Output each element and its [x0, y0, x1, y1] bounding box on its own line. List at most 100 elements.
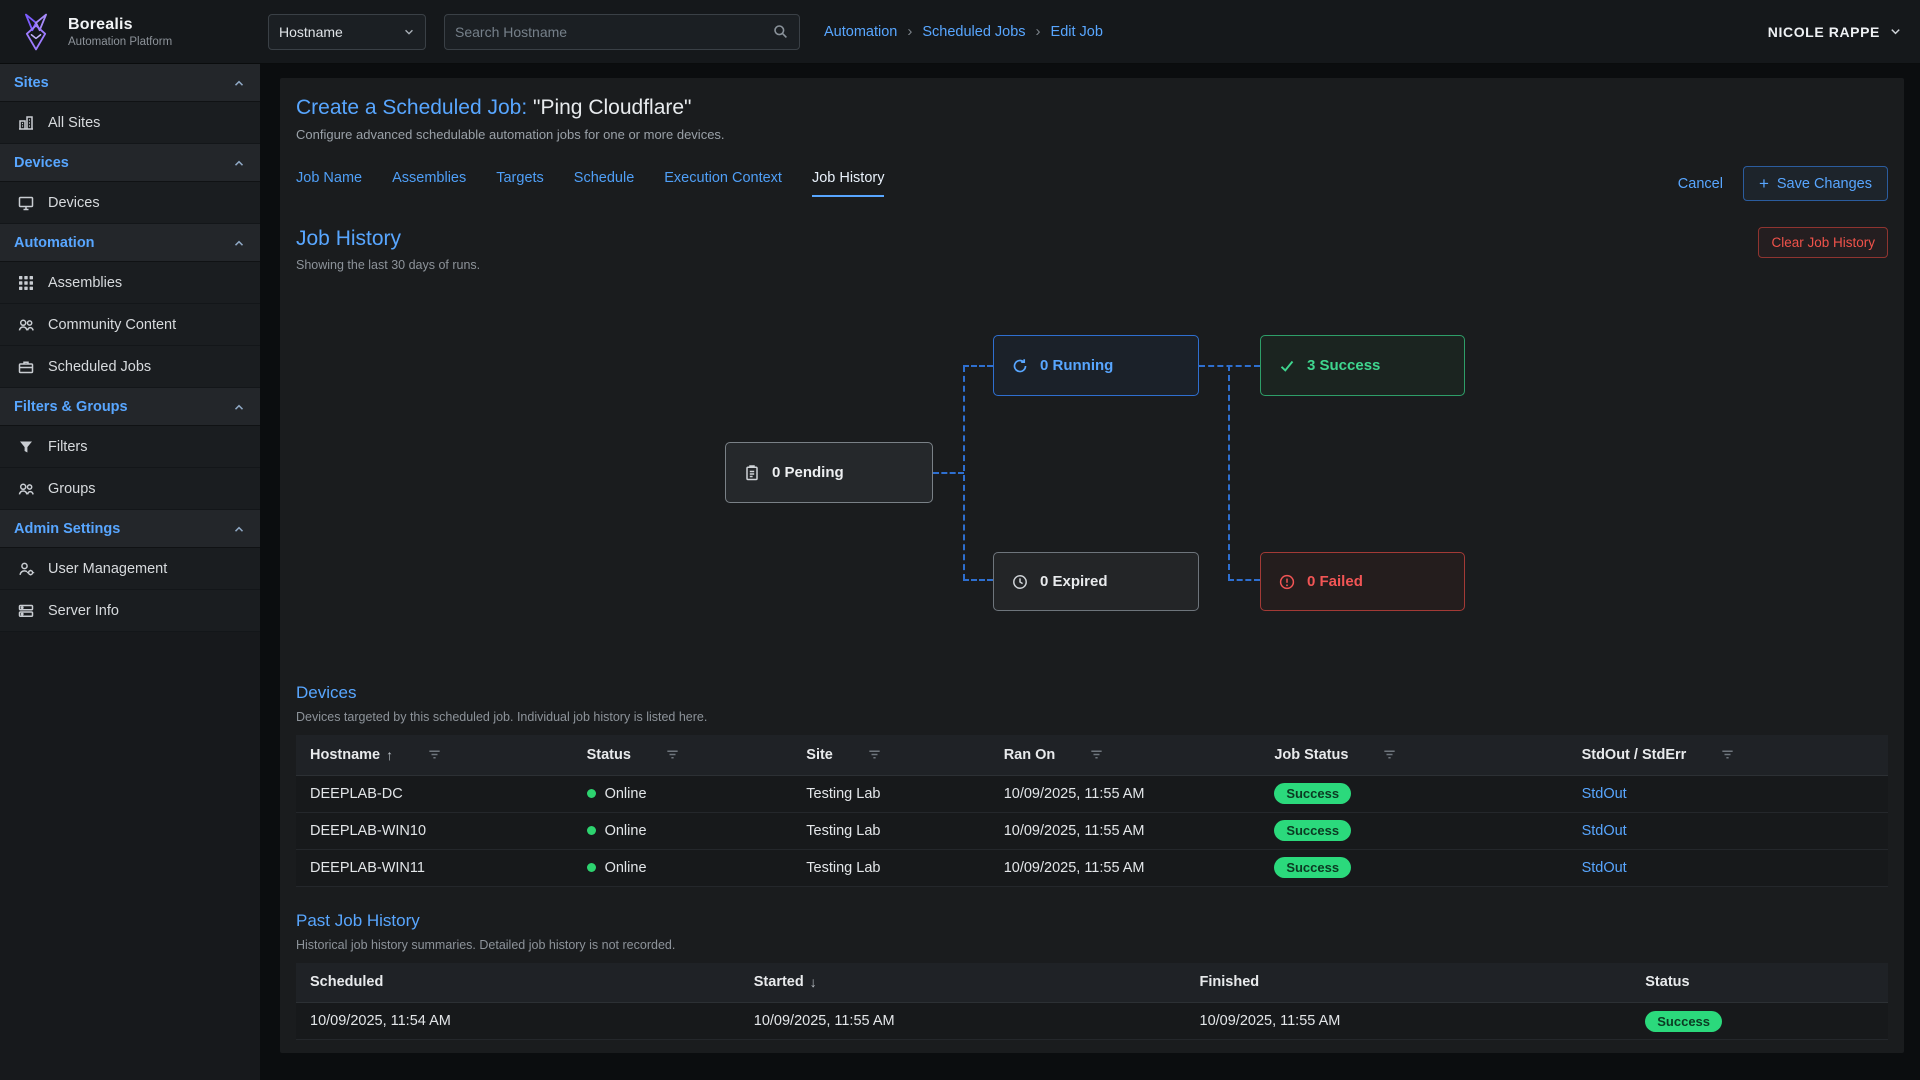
table-row[interactable]: DEEPLAB-WIN10 Online Testing Lab 10/09/2…: [296, 812, 1888, 849]
table-row[interactable]: DEEPLAB-DC Online Testing Lab 10/09/2025…: [296, 775, 1888, 812]
tab-schedule[interactable]: Schedule: [574, 170, 634, 197]
search-input[interactable]: [455, 24, 765, 40]
breadcrumb-separator: ›: [1036, 23, 1041, 40]
flow-connector: [963, 366, 965, 580]
table-row[interactable]: DEEPLAB-WIN11 Online Testing Lab 10/09/2…: [296, 849, 1888, 886]
column-header-hostname[interactable]: Hostname↑: [296, 735, 575, 775]
sidebar-section-devices[interactable]: Devices: [0, 144, 260, 182]
breadcrumb-scheduled-jobs[interactable]: Scheduled Jobs: [922, 24, 1025, 40]
past-job-history-table: Scheduled Started↓ Finished Status 10/09…: [296, 963, 1888, 1041]
online-dot-icon: [587, 826, 596, 835]
filter-icon[interactable]: [665, 747, 680, 762]
sidebar-item-all-sites[interactable]: All Sites: [0, 102, 260, 144]
stdout-cell: StdOut: [1570, 849, 1888, 886]
filter-icon[interactable]: [1720, 747, 1735, 762]
stdout-link[interactable]: StdOut: [1582, 860, 1627, 876]
hostname-select[interactable]: Hostname: [268, 14, 426, 50]
topbar: Borealis Automation Platform Hostname Au…: [0, 0, 1920, 64]
sidebar-item-filters[interactable]: Filters: [0, 426, 260, 468]
tab-execution-context[interactable]: Execution Context: [664, 170, 782, 197]
user-menu[interactable]: NICOLE RAPPE: [1768, 24, 1920, 40]
stdout-cell: StdOut: [1570, 812, 1888, 849]
alert-icon: [1278, 573, 1296, 591]
sidebar-section-sites[interactable]: Sites: [0, 64, 260, 102]
sort-desc-icon[interactable]: ↓: [810, 974, 817, 990]
started-cell: 10/09/2025, 11:55 AM: [742, 1003, 1188, 1040]
devices-table: Hostname↑ Status Site Ran On Job Status …: [296, 735, 1888, 887]
stdout-cell: StdOut: [1570, 775, 1888, 812]
sidebar: Sites All Sites Devices Devices Automati…: [0, 64, 260, 1080]
tab-job-name[interactable]: Job Name: [296, 170, 362, 197]
filter-icon[interactable]: [1382, 747, 1397, 762]
sidebar-section-automation[interactable]: Automation: [0, 224, 260, 262]
failed-node[interactable]: 0 Failed: [1260, 552, 1465, 611]
monitor-icon: [17, 194, 35, 212]
clear-job-history-button[interactable]: Clear Job History: [1758, 227, 1888, 258]
job-history-subheading: Showing the last 30 days of runs.: [296, 258, 480, 272]
tab-targets[interactable]: Targets: [496, 170, 544, 197]
pending-node[interactable]: 0 Pending: [725, 442, 933, 503]
edit-job-card: Create a Scheduled Job: "Ping Cloudflare…: [280, 78, 1904, 1053]
sidebar-item-label: Devices: [48, 195, 100, 211]
status-cell: Success: [1633, 1003, 1888, 1040]
sidebar-item-devices[interactable]: Devices: [0, 182, 260, 224]
search-icon[interactable]: [773, 24, 789, 40]
ran-on-cell: 10/09/2025, 11:55 AM: [992, 849, 1263, 886]
running-node-label: 0 Running: [1040, 357, 1113, 374]
column-header-started[interactable]: Started↓: [742, 963, 1188, 1003]
filter-icon[interactable]: [1089, 747, 1104, 762]
column-header-status[interactable]: Status: [1633, 963, 1888, 1003]
buildings-icon: [17, 114, 35, 132]
devices-subheading: Devices targeted by this scheduled job. …: [296, 710, 1888, 724]
tab-assemblies[interactable]: Assemblies: [392, 170, 466, 197]
site-cell: Testing Lab: [794, 849, 991, 886]
save-changes-button[interactable]: + Save Changes: [1743, 166, 1888, 201]
expired-node[interactable]: 0 Expired: [993, 552, 1199, 611]
cancel-button[interactable]: Cancel: [1678, 176, 1723, 192]
tab-job-history[interactable]: Job History: [812, 170, 885, 197]
sidebar-item-label: Filters: [48, 439, 87, 455]
sidebar-section-filters-groups[interactable]: Filters & Groups: [0, 388, 260, 426]
breadcrumb-edit-job[interactable]: Edit Job: [1051, 24, 1103, 40]
sidebar-item-community-content[interactable]: Community Content: [0, 304, 260, 346]
expired-node-label: 0 Expired: [1040, 573, 1108, 590]
status-badge: Success: [1274, 820, 1351, 841]
sidebar-item-server-info[interactable]: Server Info: [0, 590, 260, 632]
column-header-scheduled[interactable]: Scheduled: [296, 963, 742, 1003]
chevron-up-icon: [232, 400, 246, 414]
sort-asc-icon[interactable]: ↑: [386, 747, 393, 763]
job-history-heading: Job History: [296, 227, 480, 251]
hostname-cell: DEEPLAB-WIN10: [296, 812, 575, 849]
breadcrumb: Automation › Scheduled Jobs › Edit Job: [824, 23, 1103, 40]
column-header-site[interactable]: Site: [794, 735, 991, 775]
sidebar-item-label: Assemblies: [48, 275, 122, 291]
hostname-cell: DEEPLAB-WIN11: [296, 849, 575, 886]
column-header-job-status[interactable]: Job Status: [1262, 735, 1569, 775]
running-node[interactable]: 0 Running: [993, 335, 1199, 396]
stdout-link[interactable]: StdOut: [1582, 786, 1627, 802]
sidebar-item-groups[interactable]: Groups: [0, 468, 260, 510]
sidebar-item-user-management[interactable]: User Management: [0, 548, 260, 590]
brand-subtitle: Automation Platform: [68, 36, 172, 48]
filter-icon[interactable]: [867, 747, 882, 762]
chevron-down-icon: [1889, 25, 1902, 38]
sidebar-section-admin-settings[interactable]: Admin Settings: [0, 510, 260, 548]
job-status-cell: Success: [1262, 812, 1569, 849]
sidebar-item-assemblies[interactable]: Assemblies: [0, 262, 260, 304]
column-header-stdout-stderr[interactable]: StdOut / StdErr: [1570, 735, 1888, 775]
table-row[interactable]: 10/09/2025, 11:54 AM 10/09/2025, 11:55 A…: [296, 1003, 1888, 1040]
section-label: Admin Settings: [14, 521, 120, 537]
column-header-status[interactable]: Status: [575, 735, 795, 775]
column-header-finished[interactable]: Finished: [1188, 963, 1634, 1003]
save-changes-label: Save Changes: [1777, 176, 1872, 192]
breadcrumb-automation[interactable]: Automation: [824, 24, 897, 40]
stdout-link[interactable]: StdOut: [1582, 823, 1627, 839]
status-cell: Online: [575, 775, 795, 812]
column-header-ran-on[interactable]: Ran On: [992, 735, 1263, 775]
filter-icon[interactable]: [427, 747, 442, 762]
past-history-header-row: Scheduled Started↓ Finished Status: [296, 963, 1888, 1003]
success-node-label: 3 Success: [1307, 357, 1380, 374]
sidebar-item-scheduled-jobs[interactable]: Scheduled Jobs: [0, 346, 260, 388]
success-node[interactable]: 3 Success: [1260, 335, 1465, 396]
tabs-row: Job Name Assemblies Targets Schedule Exe…: [296, 166, 1888, 201]
